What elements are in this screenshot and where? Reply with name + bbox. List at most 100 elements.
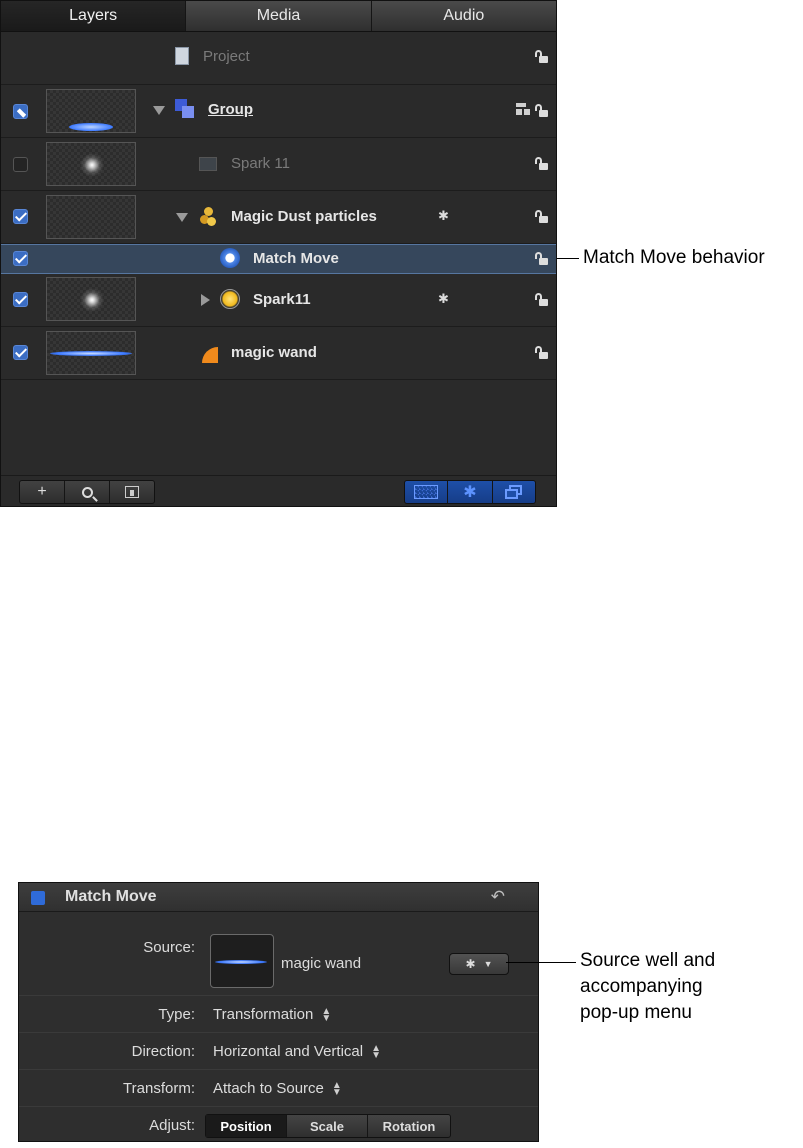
transform-row: Transform: Attach to Source ▲ ▼ [19, 1069, 538, 1106]
source-well[interactable] [210, 934, 274, 988]
source-well-callout: Source well and accompanying pop-up menu [580, 948, 715, 1026]
callout-text-line: accompanying [580, 976, 703, 997]
adjust-segmented-control: Position Scale Rotation [205, 1114, 451, 1138]
source-popup-menu[interactable]: ✱ ▼ [449, 953, 509, 975]
behavior-gear-icon[interactable]: ✱ [438, 291, 449, 307]
image-layer-icon [199, 157, 217, 171]
callout-line [506, 962, 576, 963]
tab-layers[interactable]: Layers [1, 1, 187, 31]
layer-row-spark11[interactable]: Spark11 ✱ [1, 274, 556, 327]
callout-line [557, 258, 579, 259]
shape-icon [202, 347, 218, 363]
tab-media[interactable]: Media [186, 1, 372, 31]
spark11-label[interactable]: Spark11 [253, 291, 311, 308]
disclosure-closed-icon[interactable] [201, 294, 210, 306]
add-button[interactable]: + [20, 481, 65, 503]
tab-audio[interactable]: Audio [372, 1, 556, 31]
group-label[interactable]: Group [208, 101, 253, 118]
layer-row-magic-dust-particles[interactable]: Magic Dust particles ✱ [1, 191, 556, 244]
reset-icon[interactable]: ↶ [491, 887, 505, 907]
type-value: Transformation [213, 1006, 314, 1023]
magic-wand-enable-checkbox[interactable] [13, 345, 28, 360]
layer-row-match-move[interactable]: Match Move [1, 244, 556, 274]
gear-icon: ✱ [465, 957, 476, 971]
adjust-position-button[interactable]: Position [206, 1115, 287, 1137]
callout-text-line: pop-up menu [580, 1002, 692, 1023]
layers-panel: Layers Media Audio Project Group Spark 1… [0, 0, 557, 507]
group-enable-checkbox[interactable] [13, 104, 28, 119]
disclosure-open-icon[interactable] [153, 106, 165, 115]
callout-text-line: Source well and [580, 950, 716, 971]
library-icon [125, 486, 139, 498]
lock-icon[interactable] [534, 293, 548, 307]
gear-icon: ✱ [463, 484, 477, 501]
transform-value: Attach to Source [213, 1080, 324, 1097]
group-icon [175, 99, 195, 119]
thumbnail-view-button[interactable] [405, 481, 448, 503]
adjust-label: Adjust: [149, 1117, 195, 1134]
magic-dust-label[interactable]: Magic Dust particles [231, 208, 377, 225]
layer-row-spark-11[interactable]: Spark 11 [1, 138, 556, 191]
type-label: Type: [158, 1006, 195, 1023]
lock-icon[interactable] [534, 252, 548, 266]
transform-popup[interactable]: Attach to Source ▲ ▼ [213, 1080, 342, 1099]
type-popup[interactable]: Transformation ▲ ▼ [213, 1006, 332, 1025]
masks-view-button[interactable] [493, 481, 535, 503]
tab-bar: Layers Media Audio [1, 1, 556, 32]
match-move-label[interactable]: Match Move [253, 250, 339, 267]
emitter-icon [220, 289, 240, 309]
spark-11-thumbnail [46, 142, 136, 186]
layers-bottom-bar: + ✱ [1, 475, 556, 506]
match-move-callout: Match Move behavior [583, 247, 765, 268]
stepper-icon: ▲ ▼ [321, 1006, 332, 1025]
left-button-group: + [19, 480, 155, 504]
behavior-gear-icon [219, 247, 241, 269]
lock-icon[interactable] [534, 346, 548, 360]
view-button-group: ✱ [404, 480, 536, 504]
project-row[interactable]: Project [1, 31, 556, 85]
magic-wand-label[interactable]: magic wand [231, 344, 317, 361]
spark11-enable-checkbox[interactable] [13, 292, 28, 307]
transform-label: Transform: [123, 1080, 195, 1097]
direction-popup[interactable]: Horizontal and Vertical ▲ ▼ [213, 1043, 381, 1062]
lock-icon[interactable] [534, 157, 548, 171]
enable-toggle[interactable] [31, 891, 45, 905]
match-move-inspector: Match Move ↶ Source: magic wand ✱ ▼ Type… [18, 882, 539, 1142]
source-name: magic wand [281, 955, 362, 972]
search-button[interactable] [65, 481, 110, 503]
type-row: Type: Transformation ▲ ▼ [19, 995, 538, 1032]
stepper-icon: ▲ ▼ [331, 1080, 342, 1099]
match-move-enable-checkbox[interactable] [13, 251, 28, 266]
chevron-down-icon: ▼ [483, 959, 493, 969]
spark11-thumbnail [46, 277, 136, 321]
magic-wand-thumbnail [46, 331, 136, 375]
magic-dust-thumbnail [46, 195, 136, 239]
disclosure-open-icon[interactable] [176, 213, 188, 222]
particle-emitter-icon [199, 207, 217, 227]
source-label: Source: [143, 939, 195, 956]
adjust-rotation-button[interactable]: Rotation [368, 1115, 450, 1137]
layer-row-group[interactable]: Group [1, 85, 556, 138]
lock-icon[interactable] [534, 50, 548, 64]
behaviors-view-button[interactable]: ✱ [448, 481, 493, 503]
library-button[interactable] [110, 481, 154, 503]
spark-11-enable-checkbox[interactable] [13, 157, 28, 172]
adjust-scale-button[interactable]: Scale [287, 1115, 368, 1137]
direction-value: Horizontal and Vertical [213, 1043, 364, 1060]
magic-dust-enable-checkbox[interactable] [13, 209, 28, 224]
stacked-windows-icon [505, 485, 523, 499]
stepper-icon: ▲ ▼ [371, 1043, 381, 1062]
group-thumbnail [46, 89, 136, 133]
behavior-gear-icon[interactable]: ✱ [438, 208, 449, 224]
direction-row: Direction: Horizontal and Vertical ▲ ▼ [19, 1032, 538, 1069]
search-icon [81, 486, 98, 502]
lock-icon[interactable] [534, 210, 548, 224]
direction-label: Direction: [131, 1043, 195, 1060]
inspector-title: Match Move [65, 888, 157, 905]
inspector-header: Match Move ↶ [19, 883, 538, 912]
layer-row-magic-wand[interactable]: magic wand [1, 327, 556, 380]
project-label: Project [203, 48, 250, 65]
lock-icon[interactable] [534, 104, 548, 118]
checker-grid-icon [414, 485, 438, 499]
spark-11-label[interactable]: Spark 11 [231, 155, 290, 172]
